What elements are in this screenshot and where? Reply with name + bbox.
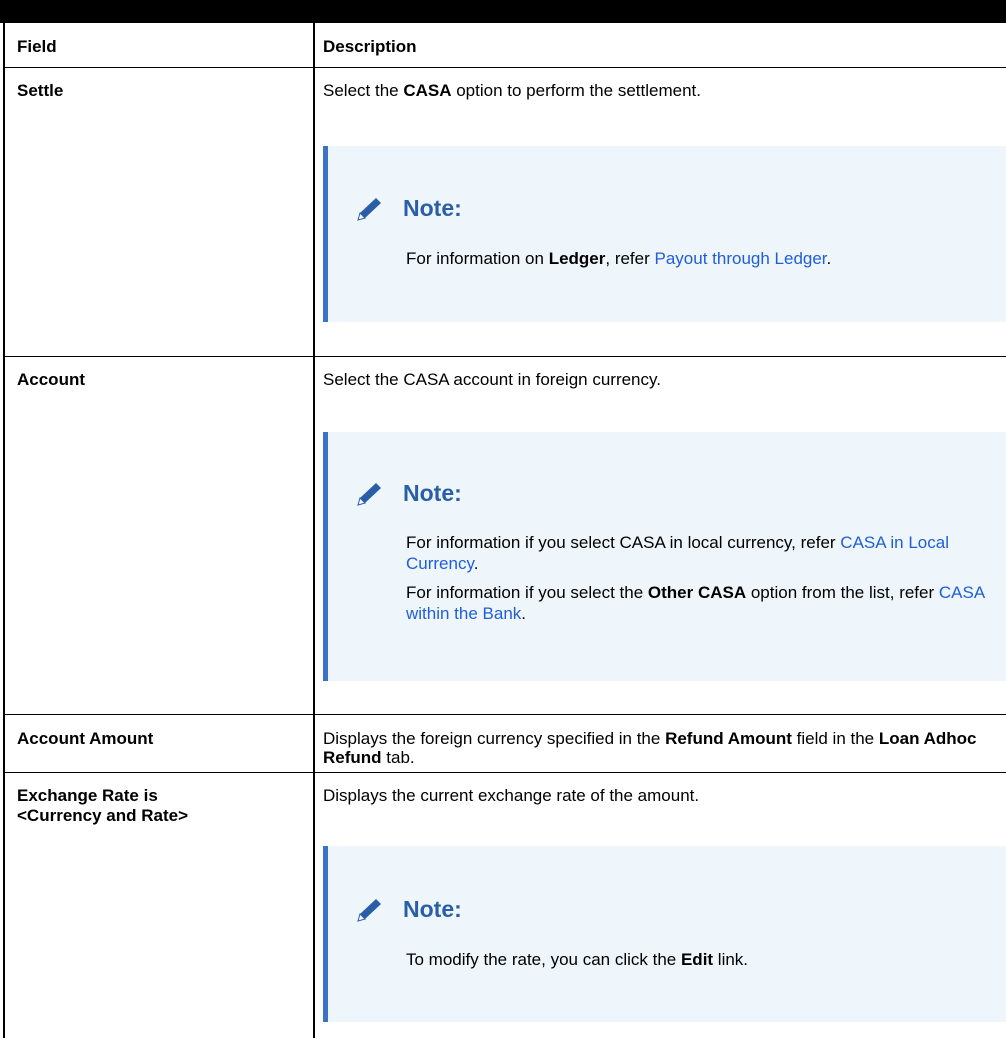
field-description: Select the CASA option to perform the se… — [323, 81, 701, 100]
note-title: Note: — [403, 480, 462, 506]
field-name: Account — [17, 370, 85, 389]
pencil-icon — [357, 899, 381, 922]
note-box: Note: For information if you select CASA… — [323, 432, 1006, 681]
note-box: Note: For information on Ledger, refer P… — [323, 146, 1006, 322]
column-header-description: Description — [323, 37, 417, 56]
column-header-field: Field — [17, 37, 57, 56]
note-box: Note: To modify the rate, you can click … — [323, 846, 1006, 1022]
field-name: Account Amount — [17, 729, 154, 748]
pencil-icon — [357, 198, 381, 221]
row-divider — [3, 67, 1006, 68]
note-text: For information if you select CASA in lo… — [406, 533, 985, 623]
field-description: Displays the foreign currency specified … — [323, 729, 977, 767]
note-text: For information on Ledger, refer Payout … — [406, 249, 832, 268]
row-divider — [3, 714, 1006, 715]
table-left-border — [3, 23, 5, 1038]
link-payout-through-ledger[interactable]: Payout through Ledger — [655, 249, 827, 268]
row-divider — [3, 356, 1006, 357]
top-rule — [0, 0, 1006, 23]
field-description: Select the CASA account in foreign curre… — [323, 370, 661, 389]
table-column-divider — [313, 23, 315, 1038]
row-divider — [3, 772, 1006, 773]
note-text: To modify the rate, you can click the Ed… — [406, 950, 749, 969]
field-name: Settle — [17, 81, 64, 100]
note-title: Note: — [403, 896, 462, 922]
pencil-icon — [357, 483, 381, 506]
field-name: Exchange Rate is <Currency and Rate> — [17, 786, 189, 825]
field-description: Displays the current exchange rate of th… — [323, 786, 700, 805]
note-title: Note: — [403, 195, 462, 221]
